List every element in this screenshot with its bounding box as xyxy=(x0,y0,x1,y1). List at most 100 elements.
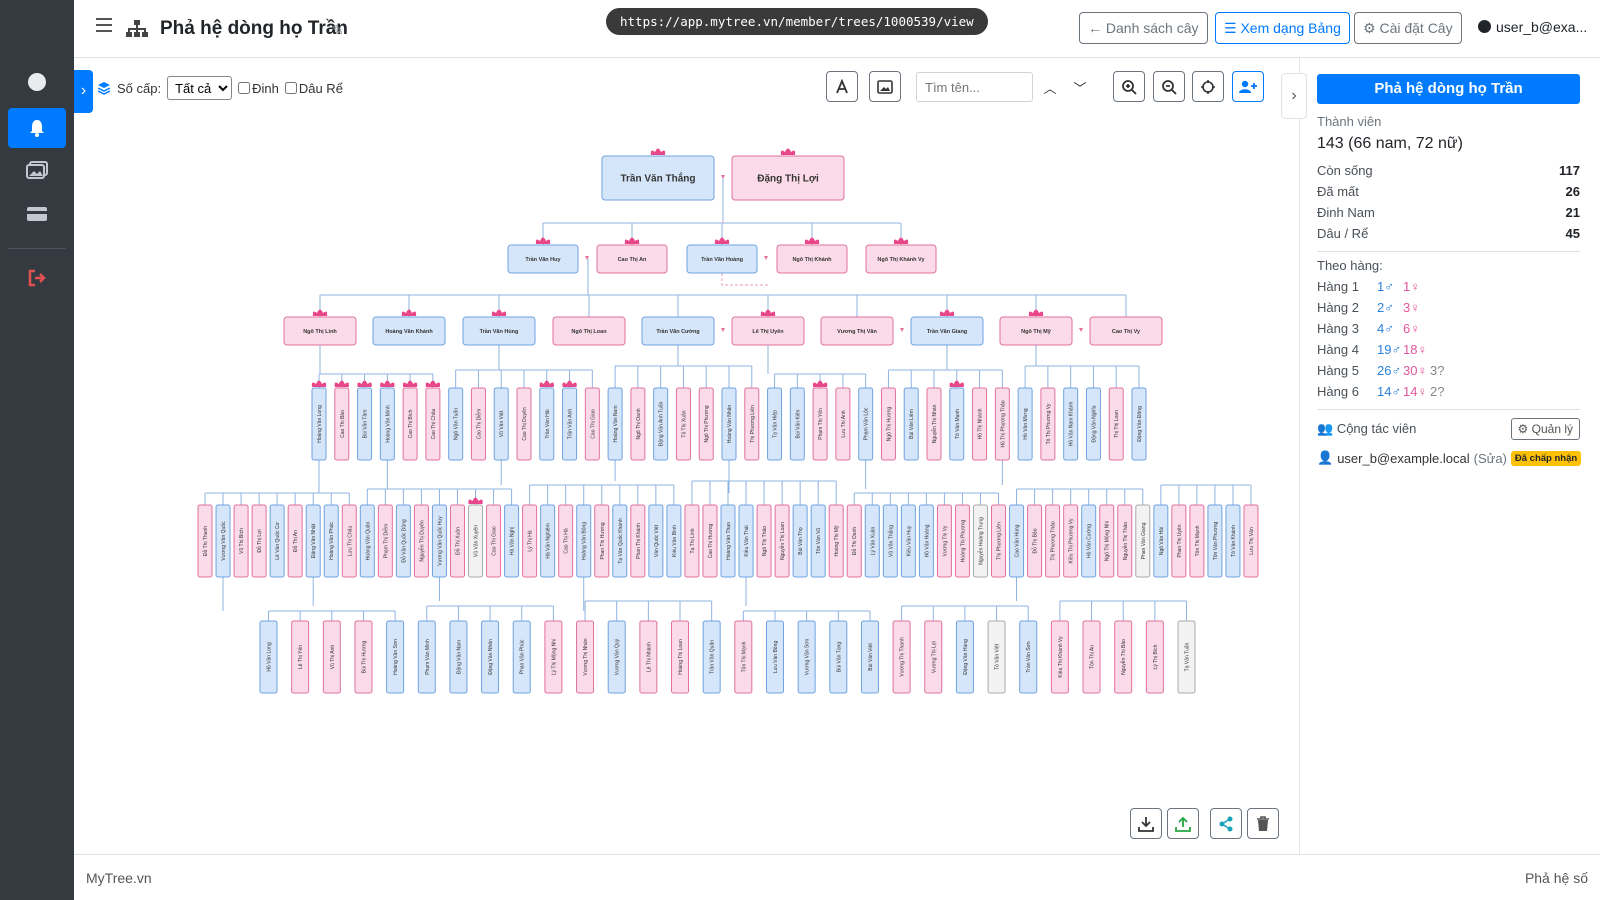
tree-node[interactable]: Vương Thị Lợi xyxy=(924,620,943,694)
tree-node[interactable]: Vương Văn Quốc xyxy=(215,504,231,578)
tree-node[interactable]: Nguyễn Thị Duyên xyxy=(413,504,429,578)
tree-node[interactable]: Phạm Thị Yến xyxy=(812,380,828,461)
tree-node[interactable]: Hoàng Văn Nhân xyxy=(721,387,737,461)
tree-node[interactable]: Lê Văn Quốc Cơ xyxy=(269,504,285,578)
table-view-button[interactable]: ☰ Xem dạng Bảng xyxy=(1215,12,1350,44)
tree-node[interactable]: Cao Thị Hà xyxy=(558,504,574,578)
tree-node[interactable]: Vũ Văn Xuyên xyxy=(468,497,484,578)
menu-toggle-icon[interactable] xyxy=(96,18,112,32)
delete-button[interactable] xyxy=(1247,808,1279,839)
tree-node[interactable]: Tô Văn Việt xyxy=(987,620,1006,694)
tree-node[interactable]: Hoàng Văn Khánh xyxy=(372,309,446,346)
tree-node[interactable]: Tôn Văn Phương xyxy=(1207,504,1223,578)
tree-node[interactable]: Đặng Văn Anh Tuấn xyxy=(653,387,669,461)
tree-node[interactable]: Kiều Văn Thái xyxy=(738,504,754,578)
tree-node[interactable]: Nguyễn Thị Thảo xyxy=(1117,504,1133,578)
tree-node[interactable]: Hồ Văn Nam Khánh xyxy=(1063,387,1079,461)
tree-node[interactable]: Phạm Văn Lộc xyxy=(858,387,874,461)
tree-node[interactable]: Hồ Văn Hoàng xyxy=(918,504,934,578)
tree-node[interactable]: Tô Văn Mạnh xyxy=(949,380,965,461)
tree-node[interactable]: Phạm Thị Diễm xyxy=(377,504,393,578)
tree-node[interactable]: Hà Văn Nghiêm xyxy=(540,504,556,578)
tree-node[interactable]: Lý Văn Xuân xyxy=(864,504,880,578)
tree-node[interactable]: Trần Văn Giang xyxy=(910,309,984,346)
tree-node[interactable]: Cao Thị Diễm xyxy=(470,387,486,461)
tree-node[interactable]: Bùi Văn Liêm xyxy=(903,387,919,461)
tree-node[interactable]: Ngô Thị Thảo xyxy=(756,504,772,578)
tree-node[interactable]: Thị Thị Loan xyxy=(1108,387,1124,461)
tree-node[interactable]: Đặng Văn Đông xyxy=(1131,387,1147,461)
tree-node[interactable]: Kiều Thị Phương Vy xyxy=(1063,504,1079,578)
tree-node[interactable]: Đặng Văn Nam xyxy=(449,620,468,694)
tree-node[interactable]: Hồ Thị Nhành xyxy=(972,387,988,461)
tree-node[interactable]: Lưu Văn Bông xyxy=(765,620,784,694)
right-panel-toggle[interactable]: › xyxy=(1281,73,1307,119)
collaborator-edit-link[interactable]: (Sửa) xyxy=(1474,451,1507,466)
tree-node[interactable]: Nguyễn Thị Bảo xyxy=(1114,620,1133,694)
tree-node[interactable]: Cao Thị Giao xyxy=(584,387,600,461)
tree-node[interactable]: Bùi Văn Kiên xyxy=(789,387,805,461)
tree-node[interactable]: Tôn Thị Mạnh xyxy=(734,620,753,694)
tree-node[interactable]: Kiều Văn Bình xyxy=(666,504,682,578)
tree-node[interactable]: Đặng Văn Nhật xyxy=(305,504,321,578)
tree-node[interactable]: Trần Văn Anh xyxy=(562,380,578,461)
tree-node[interactable]: Trần Văn Cường xyxy=(641,316,715,346)
tree-node[interactable]: Trần Văn Thắng xyxy=(601,148,715,201)
tree-node[interactable]: Trần Văn Hải xyxy=(539,380,555,461)
tree-node[interactable]: Hà Văn Nghị xyxy=(504,504,520,578)
tree-node[interactable]: Hoàng Văn Thạo xyxy=(720,504,736,578)
tree-node[interactable]: Vương Văn Sơn xyxy=(797,620,816,694)
tree-node[interactable]: Tôn Văn Vũ xyxy=(810,504,826,578)
tree-node[interactable]: Lý Thị Mộng Nhi xyxy=(544,620,563,694)
tree-node[interactable]: Cao Thị Hương xyxy=(702,504,718,578)
share-button[interactable] xyxy=(1210,808,1242,839)
tree-node[interactable]: Hồ Văn Long xyxy=(259,620,278,694)
tree-node[interactable]: Ngô Thị Hương xyxy=(880,387,896,461)
tree-node[interactable]: Phan Thị Uyên xyxy=(1171,504,1187,578)
tree-node[interactable]: Vũ Văn Việt xyxy=(493,387,509,461)
tree-node[interactable]: Tôn Thị Mạnh xyxy=(1189,504,1205,578)
upload-button[interactable] xyxy=(1167,808,1199,839)
tree-node[interactable]: Hoàng Văn Quân xyxy=(359,504,375,578)
tree-node[interactable]: Cao Thị Duyên xyxy=(516,387,532,461)
tree-node[interactable]: Lưu Thị Vân xyxy=(1243,504,1259,578)
tree-node[interactable]: Trần Văn Hùng xyxy=(462,309,536,346)
tree-node[interactable]: Kiều Thị Khánh Vy xyxy=(1050,620,1069,694)
tree-node[interactable]: Hồ Văn Cường xyxy=(1081,504,1097,578)
tree-node[interactable]: Vương Văn Quý xyxy=(607,620,626,694)
tree-node[interactable]: Tạ Văn Hiệp xyxy=(767,387,783,461)
tree-node[interactable]: Hoàng Văn Nam xyxy=(607,387,623,461)
sidebar-item-images[interactable] xyxy=(8,150,66,190)
tree-node[interactable]: Ngô Thị Khánh xyxy=(776,237,848,274)
tree-node[interactable]: Hồ Thị Phương Thảo xyxy=(994,387,1010,461)
family-tree-canvas[interactable]: Trần Văn Thắng Đặng Thị Lợi Trần Văn Huy Ca… xyxy=(74,58,1284,848)
user-menu[interactable]: user_b@exa... xyxy=(1478,19,1587,35)
tree-node[interactable]: Đỗ Thị Oanh xyxy=(846,504,862,578)
tree-node[interactable]: Lê Thị Uyên xyxy=(731,309,805,346)
tree-node[interactable]: Ngô Thị Oanh xyxy=(630,387,646,461)
tree-node[interactable]: Đỗ Thị An xyxy=(287,504,303,578)
tree-node[interactable]: Lý Thị Hà xyxy=(522,504,538,578)
tree-node[interactable]: Ngô Thị Mộng Nhi xyxy=(1099,504,1115,578)
sidebar-item-home[interactable] xyxy=(8,62,66,102)
tree-node[interactable]: Văn Quốc Việt xyxy=(648,504,664,578)
tree-node[interactable]: Nguyễn Hoàng Trung xyxy=(972,504,988,578)
tree-node[interactable]: Nguyễn Thị Nhàn xyxy=(926,387,942,461)
tree-node[interactable]: Trần Văn Huy xyxy=(507,237,579,274)
tree-node[interactable]: Vũ Thị Anh xyxy=(322,620,341,694)
tree-node[interactable]: Tô Văn Khánh xyxy=(1225,504,1241,578)
tree-node[interactable]: Phan Văn Giang xyxy=(1135,504,1151,578)
tree-node[interactable]: Phạm Văn Minh xyxy=(417,620,436,694)
tree-node[interactable]: Hoàng Văn Bông xyxy=(576,504,592,578)
tree-node[interactable]: Phan Văn Phúc xyxy=(512,620,531,694)
tree-node[interactable]: Hoàng Thị Mỹ xyxy=(828,504,844,578)
tree-node[interactable]: Trần Văn Hoàng xyxy=(686,237,758,274)
tree-node[interactable]: Hồ Văn Mừng xyxy=(1017,387,1033,461)
tree-node[interactable]: Vương Văn Quốc Huy xyxy=(431,504,447,578)
tree-node[interactable]: Tạ Văn Tuấn xyxy=(1177,620,1196,694)
tree-node[interactable]: Hoàng Thị Loan xyxy=(671,620,690,694)
tree-node[interactable]: Đặng Văn Nhân xyxy=(481,620,500,694)
tree-node[interactable]: Lưu Thị Anh xyxy=(835,387,851,461)
tree-node[interactable]: Hoàng Văn Minh xyxy=(379,380,395,461)
tree-node[interactable]: Cao Thị Châu xyxy=(425,380,441,461)
